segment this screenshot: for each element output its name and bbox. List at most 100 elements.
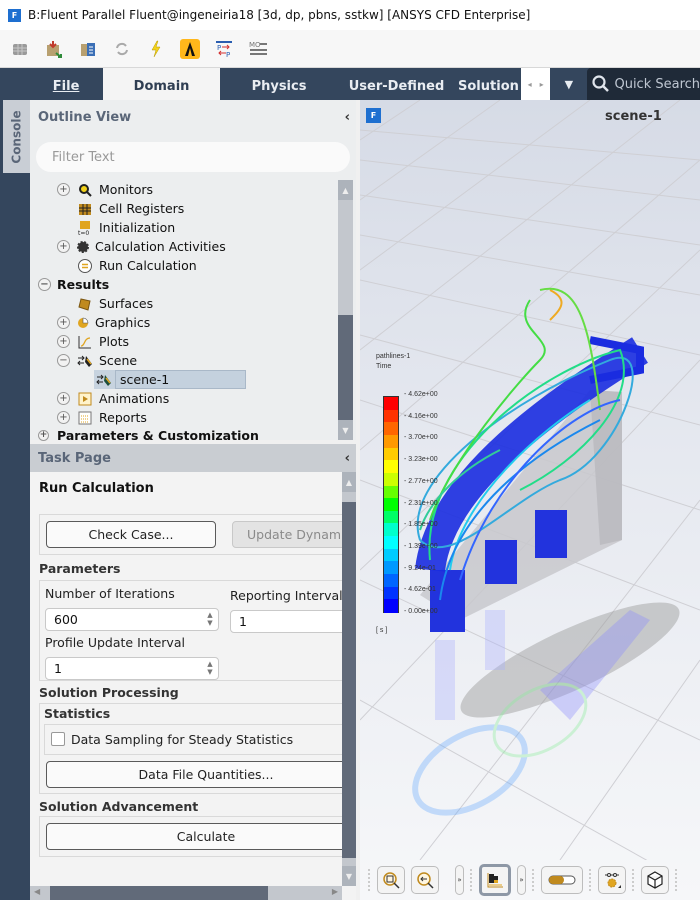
tab-label: File <box>52 78 80 94</box>
ansys-logo-icon[interactable] <box>180 38 200 59</box>
tree-item-graphics[interactable]: + Graphics <box>30 313 340 332</box>
scroll-up-icon[interactable]: ▲ <box>342 472 356 492</box>
scroll-down-icon[interactable]: ▼ <box>338 420 353 440</box>
tree-item-plots[interactable]: + Plots <box>30 332 340 351</box>
run-calculation-icon <box>77 258 93 274</box>
scroll-right-icon[interactable]: ▶ <box>332 887 338 896</box>
colormap-icon <box>487 873 503 888</box>
spinner-icon[interactable]: ▲ ▼ <box>205 660 215 676</box>
scroll-down-icon[interactable]: ▼ <box>342 866 356 886</box>
tree-item-reports[interactable]: + Reports <box>30 408 340 427</box>
scroll-left-icon[interactable]: ◂ <box>528 80 532 89</box>
scroll-left-icon[interactable]: ◀ <box>34 887 40 896</box>
tree-item-results[interactable]: − Results <box>30 275 340 294</box>
collapse-panel-icon[interactable]: ‹ <box>345 451 350 466</box>
tree-item-surfaces[interactable]: Surfaces <box>30 294 340 313</box>
collapse-icon[interactable]: − <box>38 278 51 291</box>
zoom-to-fit-button[interactable] <box>377 866 405 894</box>
task-page-scrollbar[interactable]: ▲ ▼ <box>342 472 356 886</box>
read-case-icon[interactable] <box>44 39 64 59</box>
tree-item-scene[interactable]: − Scene <box>30 351 340 370</box>
colorbar-band <box>384 434 398 449</box>
check-case-button[interactable]: Check Case... <box>46 521 216 548</box>
spinner-icon[interactable]: ▲ ▼ <box>205 611 215 627</box>
monitors-icon <box>77 182 93 198</box>
tree-item-animations[interactable]: + Animations <box>30 389 340 408</box>
expand-icon[interactable]: + <box>57 392 70 405</box>
tree-item-scene-1[interactable]: scene-1 <box>30 370 340 389</box>
colorbar-tick-label: - 9.24e-01 <box>404 564 436 572</box>
parameter-transfer-icon[interactable]: PP <box>214 39 234 59</box>
parameters-group: Number of Iterations 600 ▲ ▼ Reporting In… <box>39 580 342 681</box>
tree-item-calculation-activities[interactable]: + Calculation Activities <box>30 237 340 256</box>
collapse-icon[interactable]: − <box>57 354 70 367</box>
toolbar-separator <box>589 869 592 891</box>
scroll-right-icon[interactable]: ▸ <box>540 80 544 89</box>
tab-domain[interactable]: Domain <box>102 68 221 100</box>
expand-icon[interactable]: + <box>57 335 70 348</box>
expand-icon[interactable]: + <box>57 411 70 424</box>
tree-item-initialization[interactable]: t=0 Initialization <box>30 218 340 237</box>
outline-view-title: Outline View <box>38 109 132 125</box>
scene-icon <box>96 372 112 388</box>
more-tools-button[interactable]: » <box>517 865 526 895</box>
expand-icon[interactable]: + <box>38 430 49 441</box>
mesh-cube-icon[interactable] <box>10 39 30 59</box>
reporting-interval-input[interactable]: 1 <box>230 610 342 633</box>
lightning-icon[interactable] <box>146 39 166 59</box>
colorbar-band <box>384 548 398 563</box>
collapse-panel-icon[interactable]: ‹ <box>345 110 350 125</box>
more-tools-button[interactable]: » <box>455 865 464 895</box>
outlet-leg-3 <box>535 510 567 558</box>
reporting-interval-value: 1 <box>239 614 247 629</box>
settings-button[interactable] <box>598 866 626 894</box>
colorbar-band <box>384 574 398 588</box>
number-of-iterations-input[interactable]: 600 ▲ ▼ <box>45 608 219 631</box>
task-page-hscrollbar[interactable]: ◀ ▶ <box>30 886 342 900</box>
statistics-group: Data Sampling for Steady Statistics <box>44 724 342 755</box>
graphics-viewport[interactable]: F scene-1 pathlines-1 Time - 4.62e+00 - 4… <box>360 100 700 900</box>
calculator-icon[interactable] <box>78 39 98 59</box>
tree-item-cell-registers[interactable]: Cell Registers <box>30 199 340 218</box>
expand-icon[interactable]: + <box>57 316 70 329</box>
tree-item-parameters-customization[interactable]: + Parameters & Customization <box>30 427 340 444</box>
refresh-icon[interactable] <box>112 39 132 59</box>
colormap-button[interactable] <box>479 864 511 896</box>
tab-solution[interactable]: Solution <box>455 68 521 100</box>
scrollbar-thumb[interactable] <box>342 502 356 858</box>
update-dynamic-button[interactable]: Update Dynamic <box>232 521 342 548</box>
tab-file[interactable]: File <box>29 68 102 100</box>
scrollbar-thumb[interactable] <box>338 315 353 421</box>
quick-search-input[interactable]: Quick Search <box>587 68 700 100</box>
toggle-button[interactable] <box>541 866 583 894</box>
ribbon-dropdown-button[interactable]: ▼ <box>550 68 587 100</box>
calculate-button[interactable]: Calculate <box>46 823 342 850</box>
tab-physics[interactable]: Physics <box>220 68 337 100</box>
run-calculation-heading: Run Calculation <box>39 481 154 496</box>
expand-icon[interactable]: + <box>57 240 70 253</box>
settings-icon <box>605 873 621 888</box>
tree-item-run-calculation[interactable]: Run Calculation <box>30 256 340 275</box>
ribbon-tabs: File Domain Physics User-Defined Solutio… <box>0 68 700 100</box>
colorbar-tick-label: - 2.31e+00 <box>404 499 438 507</box>
outline-scrollbar[interactable]: ▲ ▼ <box>338 180 353 440</box>
profile-update-interval-input[interactable]: 1 ▲ ▼ <box>45 657 219 680</box>
view-cube-button[interactable] <box>641 866 669 894</box>
data-file-quantities-button[interactable]: Data File Quantities... <box>46 761 342 788</box>
tree-item-monitors[interactable]: + Monitors <box>30 180 340 199</box>
console-tab[interactable]: Console <box>3 100 30 173</box>
mo-list-icon[interactable]: MO <box>248 39 268 59</box>
zoom-previous-button[interactable] <box>411 866 439 894</box>
scroll-up-icon[interactable]: ▲ <box>338 180 353 200</box>
tab-user-defined[interactable]: User-Defined <box>338 68 455 100</box>
colorbar-band <box>384 586 398 600</box>
colorbar-tick-label: - 0.00e+00 <box>404 608 438 615</box>
surfaces-icon <box>77 296 93 312</box>
data-sampling-checkbox[interactable] <box>51 732 65 746</box>
expand-icon[interactable]: + <box>57 183 70 196</box>
scrollbar-thumb[interactable] <box>50 886 268 900</box>
zoom-to-fit-icon <box>383 872 400 889</box>
ribbon-scroll-arrows[interactable]: ◂ ▸ <box>520 68 551 100</box>
filter-text-input[interactable]: Filter Text <box>36 142 350 172</box>
initialization-icon: t=0 <box>77 220 93 236</box>
